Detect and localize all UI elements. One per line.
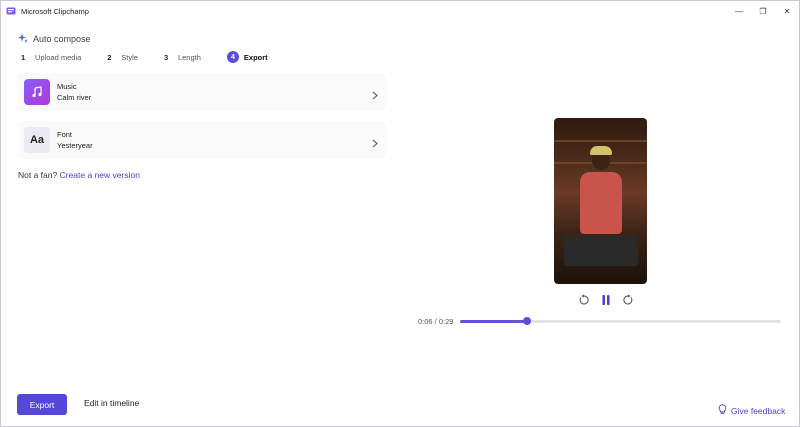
music-note-icon — [24, 79, 50, 105]
font-aa-icon: Aa — [24, 127, 50, 153]
preview-shelf — [554, 140, 647, 142]
window-controls: — ❐ ✕ — [727, 1, 799, 21]
give-feedback-label: Give feedback — [731, 406, 786, 416]
auto-compose-header: Auto compose — [18, 30, 91, 48]
font-option-value: Yesteryear — [57, 141, 93, 150]
step-upload-media[interactable]: 1 Upload media — [21, 53, 81, 62]
step-label: Style — [121, 52, 138, 62]
minimize-button[interactable]: — — [727, 1, 751, 21]
step-style[interactable]: 2 Style — [107, 53, 138, 62]
preview-person-body — [580, 172, 622, 234]
scrubber-handle[interactable] — [523, 317, 532, 325]
step-number: 3 — [163, 52, 169, 62]
playback-time: 0:06 / 0:29 — [418, 317, 454, 326]
pause-icon[interactable] — [599, 293, 613, 307]
step-length[interactable]: 3 Length — [164, 53, 201, 62]
preview-turntable — [564, 236, 638, 266]
playback-scrubber[interactable] — [460, 317, 781, 325]
playback-controls — [577, 293, 635, 307]
scrubber-fill — [460, 320, 528, 323]
font-option-title: Font — [57, 130, 73, 139]
font-option-card[interactable]: Aa Font Yesteryear — [18, 121, 386, 159]
app-window: Microsoft Clipchamp — ❐ ✕ Auto compose 1… — [0, 0, 800, 427]
export-button[interactable]: Export — [17, 394, 67, 415]
chevron-right-icon — [372, 135, 378, 153]
step-number: 2 — [107, 52, 112, 62]
step-label: Export — [243, 52, 268, 62]
fast-forward-icon[interactable] — [621, 293, 635, 307]
steps-nav: 1 Upload media 2 Style 3 Length 4 Export — [21, 49, 294, 65]
chevron-right-icon — [372, 87, 378, 105]
rewind-icon[interactable] — [577, 293, 591, 307]
music-option-card[interactable]: Music Calm river — [18, 73, 386, 111]
not-a-fan-text: Not a fan? — [18, 170, 58, 180]
not-a-fan-row: Not a fan? Create a new version — [18, 170, 140, 180]
title-bar: Microsoft Clipchamp — ❐ ✕ — [1, 1, 799, 21]
video-preview[interactable] — [554, 118, 647, 284]
auto-compose-title: Auto compose — [33, 34, 91, 44]
step-number: 4 — [226, 51, 239, 63]
close-button[interactable]: ✕ — [775, 1, 799, 21]
create-new-version-link[interactable]: Create a new version — [60, 170, 140, 180]
clipchamp-logo-icon — [6, 6, 16, 16]
step-label: Length — [177, 52, 201, 62]
music-option-title: Music — [57, 82, 77, 91]
edit-in-timeline-button[interactable]: Edit in timeline — [84, 398, 139, 408]
step-label: Upload media — [35, 52, 82, 62]
preview-person-hat — [590, 146, 612, 155]
restore-button[interactable]: ❐ — [751, 1, 775, 21]
step-export[interactable]: 4 Export — [226, 51, 268, 63]
lightbulb-icon — [718, 402, 727, 420]
window-title: Microsoft Clipchamp — [21, 6, 89, 16]
give-feedback-button[interactable]: Give feedback — [718, 402, 785, 420]
step-number: 1 — [21, 52, 26, 62]
music-option-value: Calm river — [57, 93, 92, 102]
sparkle-icon — [18, 30, 28, 48]
